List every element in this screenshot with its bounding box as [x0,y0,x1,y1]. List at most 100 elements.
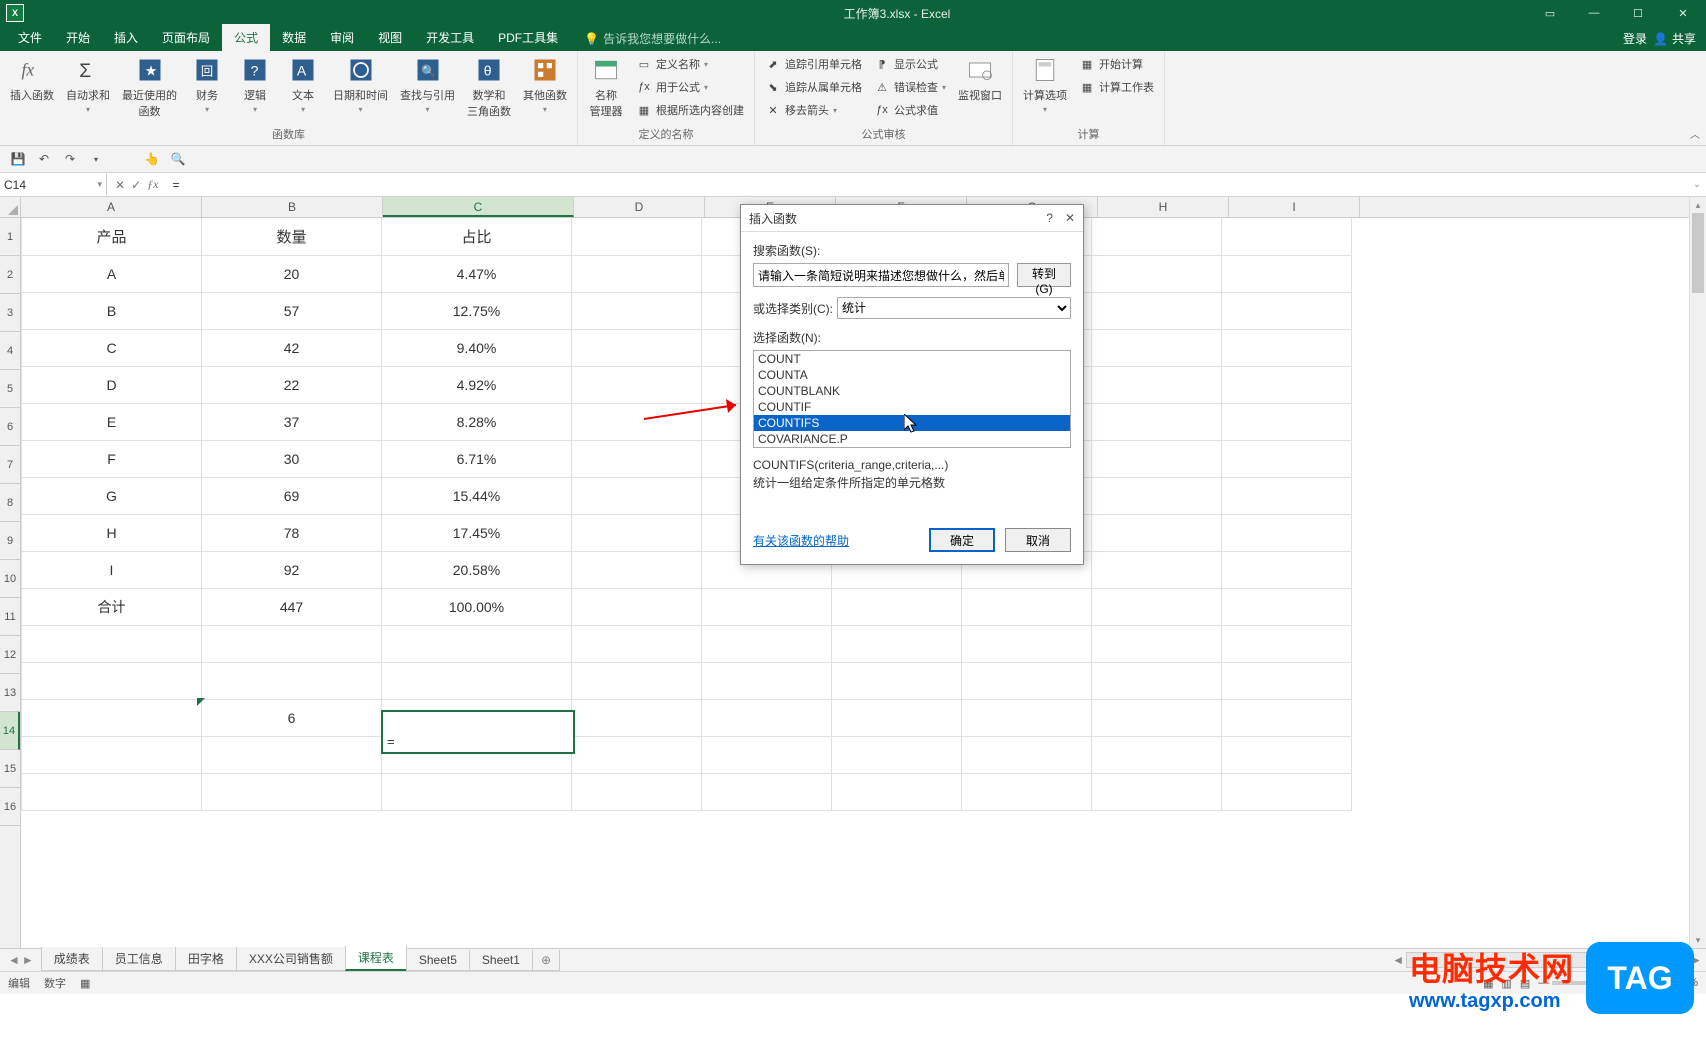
sheet-tab[interactable]: Sheet1 [469,950,533,971]
sheet-tab[interactable]: 员工信息 [102,947,176,971]
go-button[interactable]: 转到(G) [1017,263,1071,287]
maximize-button[interactable]: ☐ [1616,0,1660,26]
row-header-12[interactable]: 12 [0,636,20,674]
save-button[interactable]: 💾 [6,148,30,170]
share-button[interactable]: 👤共享 [1653,30,1696,47]
tab-data[interactable]: 数据 [270,24,318,51]
text-button[interactable]: A文本▾ [281,53,325,121]
function-item[interactable]: COUNTIF [754,399,1070,415]
tab-formulas[interactable]: 公式 [222,24,270,51]
add-sheet-button[interactable]: ⊕ [532,950,560,971]
select-all-button[interactable] [0,197,21,217]
col-header-C[interactable]: C [383,197,574,217]
autosum-button[interactable]: Σ自动求和▾ [62,53,114,121]
sheet-tab[interactable]: XXX公司销售额 [236,947,346,971]
row-header-4[interactable]: 4 [0,332,20,370]
sheet-nav-next[interactable]: ► [22,953,34,967]
col-header-H[interactable]: H [1098,197,1229,217]
lookup-button[interactable]: 🔍查找与引用▾ [396,53,459,121]
function-item[interactable]: COVARIANCE.S [754,447,1070,448]
tell-me[interactable]: 💡告诉我您想要做什么... [584,30,721,51]
trace-dependents-button[interactable]: ⬊追踪从属单元格 [761,76,866,98]
row-header-2[interactable]: 2 [0,256,20,294]
evaluate-formula-button[interactable]: ƒx公式求值 [870,99,950,121]
macro-record-icon[interactable]: ▦ [80,977,90,990]
vertical-scrollbar[interactable]: ▴▾ [1689,197,1706,948]
col-header-A[interactable]: A [21,197,202,217]
cells-table[interactable]: 产品数量占比 A204.47% B5712.75% C429.40% D224.… [21,218,1352,811]
tab-view[interactable]: 视图 [366,24,414,51]
row-header-7[interactable]: 7 [0,446,20,484]
row-header-16[interactable]: 16 [0,788,20,826]
sheet-tab[interactable]: Sheet5 [406,950,470,971]
cancel-formula-button[interactable]: ✕ [115,178,125,192]
collapse-ribbon-button[interactable]: ︿ [1690,126,1700,141]
login-link[interactable]: 登录 [1623,30,1647,47]
ribbon-display-options[interactable]: ▭ [1528,0,1572,26]
qat-dropdown[interactable]: ▾ [84,148,108,170]
dialog-help-button[interactable]: ? [1046,211,1053,225]
insert-function-fx-button[interactable]: ƒx [147,177,158,192]
tab-developer[interactable]: 开发工具 [414,24,486,51]
touch-mode-button[interactable]: 👆 [140,148,164,170]
tab-review[interactable]: 审阅 [318,24,366,51]
row-header-15[interactable]: 15 [0,750,20,788]
row-header-11[interactable]: 11 [0,598,20,636]
row-header-9[interactable]: 9 [0,522,20,560]
error-checking-button[interactable]: ⚠错误检查 ▾ [870,76,950,98]
row-header-1[interactable]: 1 [0,218,20,256]
insert-function-button[interactable]: fx插入函数 [6,53,58,121]
use-in-formula-button[interactable]: ƒx用于公式 ▾ [632,76,748,98]
trace-precedents-button[interactable]: ⬈追踪引用单元格 [761,53,866,75]
cancel-button[interactable]: 取消 [1005,528,1071,552]
function-help-link[interactable]: 有关该函数的帮助 [753,532,849,549]
dialog-close-button[interactable]: ✕ [1065,211,1075,225]
print-preview-button[interactable]: 🔍 [166,148,190,170]
sheet-tab[interactable]: 成绩表 [41,947,103,971]
function-item[interactable]: COUNTBLANK [754,383,1070,399]
sheet-nav-prev[interactable]: ◄ [8,953,20,967]
function-list[interactable]: COUNT COUNTA COUNTBLANK COUNTIF COUNTIFS… [753,350,1071,448]
calculate-sheet-button[interactable]: ▦计算工作表 [1075,76,1158,98]
close-button[interactable]: ✕ [1660,0,1706,26]
logical-button[interactable]: ?逻辑▾ [233,53,277,121]
row-header-8[interactable]: 8 [0,484,20,522]
undo-button[interactable]: ↶ [32,148,56,170]
sheet-tab[interactable]: 田字格 [175,947,237,971]
category-select[interactable]: 统计 [837,297,1071,319]
define-name-button[interactable]: ▭定义名称 ▾ [632,53,748,75]
minimize-button[interactable]: — [1572,0,1616,26]
row-header-5[interactable]: 5 [0,370,20,408]
tab-file[interactable]: 文件 [6,24,54,51]
financial-button[interactable]: 回财务▾ [185,53,229,121]
col-header-D[interactable]: D [574,197,705,217]
expand-formula-bar[interactable]: ⌄ [1688,179,1706,190]
calculate-now-button[interactable]: ▦开始计算 [1075,53,1158,75]
tab-home[interactable]: 开始 [54,24,102,51]
redo-button[interactable]: ↷ [58,148,82,170]
hscroll-left[interactable]: ◄ [1392,953,1404,967]
col-header-I[interactable]: I [1229,197,1360,217]
datetime-button[interactable]: 日期和时间▾ [329,53,392,121]
tab-page-layout[interactable]: 页面布局 [150,24,222,51]
function-item[interactable]: COUNT [754,351,1070,367]
math-button[interactable]: θ数学和 三角函数 [463,53,515,121]
tab-insert[interactable]: 插入 [102,24,150,51]
function-item-selected[interactable]: COUNTIFS [754,415,1070,431]
function-item[interactable]: COVARIANCE.P [754,431,1070,447]
tab-pdf-tools[interactable]: PDF工具集 [486,24,570,51]
row-header-13[interactable]: 13 [0,674,20,712]
watch-window-button[interactable]: 监视窗口 [954,53,1006,121]
more-functions-button[interactable]: 其他函数▾ [519,53,571,121]
show-formulas-button[interactable]: ⁋显示公式 [870,53,950,75]
row-header-6[interactable]: 6 [0,408,20,446]
formula-input[interactable]: = [166,178,1688,192]
col-header-B[interactable]: B [202,197,383,217]
row-header-3[interactable]: 3 [0,294,20,332]
name-manager-button[interactable]: 名称 管理器 [584,53,628,121]
row-header-14[interactable]: 14 [0,712,20,750]
remove-arrows-button[interactable]: ✕移去箭头 ▾ [761,99,866,121]
calculation-options-button[interactable]: 计算选项▾ [1019,53,1071,116]
name-box[interactable]: C14▾ [0,174,107,195]
enter-formula-button[interactable]: ✓ [131,178,141,192]
